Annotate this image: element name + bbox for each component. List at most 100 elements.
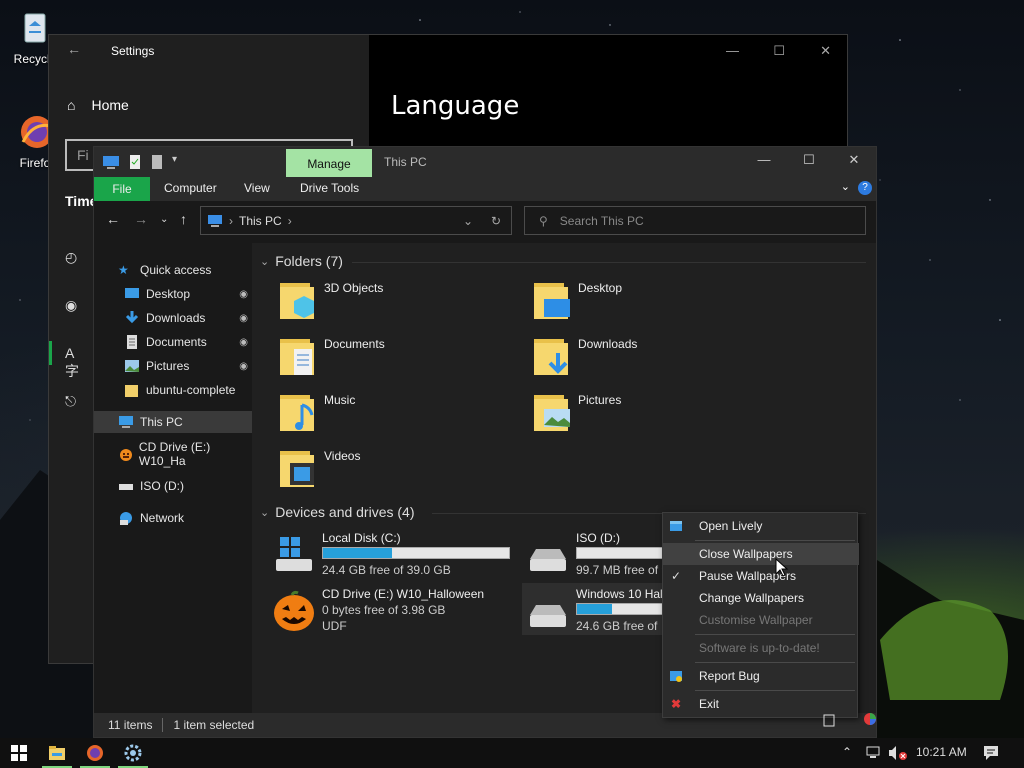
windows-drive-icon <box>276 537 312 571</box>
start-button[interactable] <box>0 738 38 768</box>
sidebar-item-network[interactable]: Network <box>94 507 252 529</box>
folder-name: Pictures <box>578 393 622 407</box>
customize-toolbar-icon[interactable]: ▾ <box>172 154 177 170</box>
search-input[interactable]: ⚲ Search This PC <box>524 206 866 235</box>
taskbar-firefox[interactable] <box>76 738 114 768</box>
tab-computer[interactable]: Computer <box>164 181 217 195</box>
sidebar-item-pictures[interactable]: Pictures ◉ <box>94 355 252 377</box>
computer-icon[interactable] <box>102 154 120 170</box>
manage-tab[interactable]: Manage <box>286 149 372 177</box>
sidebar-item-quick-access[interactable]: ★ Quick access <box>94 259 252 281</box>
folder-item[interactable]: Pictures <box>532 391 772 441</box>
back-arrow-icon[interactable]: ← <box>106 211 120 227</box>
menu-item-label: Report Bug <box>699 669 760 683</box>
minimize-button[interactable]: — <box>749 152 779 167</box>
pin-icon[interactable]: ◉ <box>239 313 248 324</box>
folder-item[interactable]: Music <box>278 391 518 441</box>
group-header-drives[interactable]: ⌄ Devices and drives (4) <box>260 504 415 520</box>
folder-item[interactable]: Desktop <box>532 279 772 329</box>
folder-item[interactable]: Documents <box>278 335 518 385</box>
sidebar-item-label: Network <box>140 511 185 525</box>
folder-item[interactable]: Downloads <box>532 335 772 385</box>
maximize-button[interactable]: ☐ <box>794 152 824 168</box>
mouse-cursor-icon <box>775 558 789 577</box>
date-time-icon[interactable]: ◴ <box>65 249 85 269</box>
desktop-folder-icon <box>534 283 570 319</box>
up-arrow-icon[interactable]: ↑ <box>180 211 187 227</box>
sidebar-item-cd-drive[interactable]: CD Drive (E:) W10_Ha <box>94 440 252 468</box>
region-icon[interactable]: ◉ <box>65 297 85 317</box>
settings-home-link[interactable]: ⌂ Home <box>67 97 129 113</box>
taskbar-settings[interactable] <box>114 738 152 768</box>
tab-file[interactable]: File <box>94 177 150 201</box>
language-icon[interactable]: A字 <box>65 345 85 379</box>
recent-locations-icon[interactable]: ⌄ <box>160 214 168 225</box>
back-arrow-icon[interactable]: ← <box>67 41 81 57</box>
capacity-bar <box>322 547 510 559</box>
navigation-bar: ← → ⌄ ↑ › This PC › ⌄ ↻ ⚲ Search This PC <box>94 201 876 239</box>
drive-item[interactable]: CD Drive (E:) W10_Halloween 0 bytes free… <box>272 587 522 639</box>
folder-item[interactable]: 3D Objects <box>278 279 518 329</box>
network-icon <box>120 512 132 525</box>
minimize-button[interactable]: — <box>726 43 739 58</box>
pictures-folder-icon <box>534 395 570 431</box>
close-button[interactable]: ✕ <box>839 152 869 168</box>
menu-item-close-wallpapers[interactable]: Close Wallpapers <box>663 543 859 565</box>
action-center-icon[interactable] <box>982 744 1000 762</box>
drive-filesystem: UDF <box>322 619 347 633</box>
sidebar-item-documents[interactable]: Documents ◉ <box>94 331 252 353</box>
sidebar-item-downloads[interactable]: Downloads ◉ <box>94 307 252 329</box>
help-icon[interactable]: ? <box>858 181 872 195</box>
sidebar-item-label: Pictures <box>146 359 190 373</box>
sidebar-item-ubuntu-complete[interactable]: ubuntu-complete <box>94 379 252 401</box>
divider <box>695 690 855 691</box>
sidebar-item-label: This PC <box>140 415 183 429</box>
search-placeholder: Search This PC <box>559 213 644 228</box>
tray-app-icon[interactable] <box>822 712 838 728</box>
menu-item-open-lively[interactable]: Open Lively <box>663 515 859 537</box>
sidebar-item-iso-drive[interactable]: ISO (D:) <box>94 475 252 497</box>
microphone-icon[interactable]: ⎋ <box>65 393 85 413</box>
pin-icon[interactable]: ◉ <box>239 289 248 300</box>
folder-name: Music <box>324 393 356 407</box>
drive-item[interactable]: Local Disk (C:) 24.4 GB free of 39.0 GB <box>272 531 522 583</box>
folder-name: Videos <box>324 449 361 463</box>
tab-view[interactable]: View <box>244 181 270 195</box>
show-hidden-icons-icon[interactable]: ⌃ <box>842 745 852 759</box>
properties-icon[interactable] <box>128 154 142 170</box>
settings-title: Settings <box>111 44 155 58</box>
pin-icon[interactable]: ◉ <box>239 361 248 372</box>
address-bar[interactable]: › This PC › ⌄ ↻ <box>200 206 512 235</box>
breadcrumb[interactable]: This PC <box>239 214 282 228</box>
expand-ribbon-icon[interactable]: ⌄ <box>841 180 850 193</box>
title-bar[interactable]: ▾ Manage This PC — ☐ ✕ <box>94 147 876 177</box>
menu-item-report-bug[interactable]: Report Bug <box>663 665 859 687</box>
pin-icon[interactable]: ◉ <box>239 337 248 348</box>
collapse-icon[interactable]: ⌄ <box>260 506 269 519</box>
breadcrumb-separator-icon[interactable]: › <box>288 214 292 228</box>
collapse-icon[interactable]: ⌄ <box>260 255 269 268</box>
menu-item-pause-wallpapers[interactable]: ✓ Pause Wallpapers <box>663 565 859 587</box>
menu-item-change-wallpapers[interactable]: Change Wallpapers <box>663 587 859 609</box>
volume-muted-icon[interactable] <box>888 745 908 761</box>
folder-item[interactable]: Videos <box>278 447 518 497</box>
refresh-icon[interactable]: ↻ <box>491 214 501 228</box>
pumpkin-icon <box>120 449 132 461</box>
forward-arrow-icon[interactable]: → <box>134 211 148 227</box>
clock[interactable]: 10:21 AM <box>916 745 967 759</box>
new-folder-icon[interactable] <box>150 154 164 170</box>
sidebar-item-desktop[interactable]: Desktop ◉ <box>94 283 252 305</box>
sidebar-item-this-pc[interactable]: This PC <box>94 411 252 433</box>
tab-drive-tools[interactable]: Drive Tools <box>300 181 359 195</box>
colorful-app-icon[interactable] <box>862 711 878 727</box>
group-header-folders[interactable]: ⌄ Folders (7) <box>260 253 343 269</box>
close-button[interactable]: ✕ <box>820 43 831 59</box>
drive-name: Local Disk (C:) <box>322 531 401 545</box>
network-tray-icon[interactable] <box>866 745 882 761</box>
address-dropdown-icon[interactable]: ⌄ <box>463 214 473 228</box>
maximize-button[interactable]: ☐ <box>773 43 785 59</box>
download-icon <box>125 311 139 324</box>
taskbar-file-explorer[interactable] <box>38 738 76 768</box>
drive-item[interactable]: Windows 10 Hal 24.6 GB free of <box>522 583 672 635</box>
report-bug-icon <box>669 669 683 683</box>
